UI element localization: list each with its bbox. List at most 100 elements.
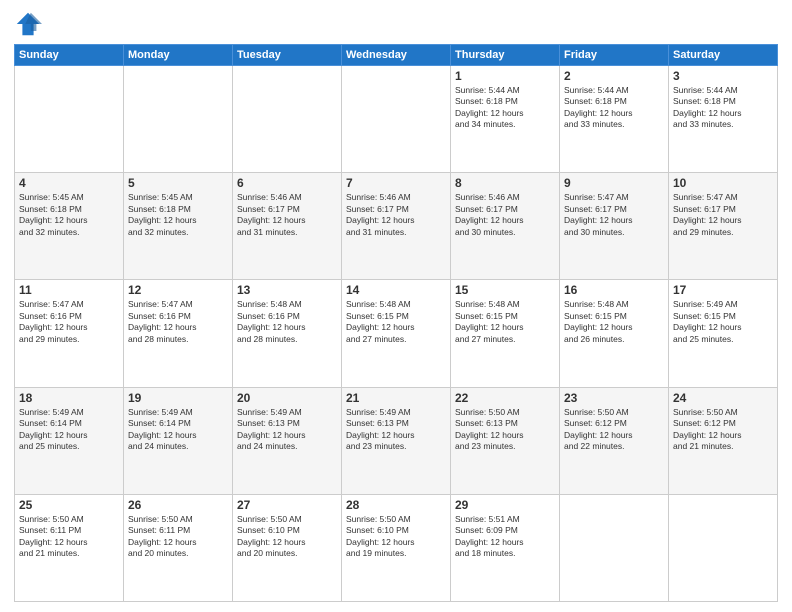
day-number: 18 [19,391,119,405]
day-info: Sunrise: 5:46 AM Sunset: 6:17 PM Dayligh… [237,192,337,238]
day-number: 8 [455,176,555,190]
calendar-day-header: Friday [560,45,669,66]
day-info: Sunrise: 5:50 AM Sunset: 6:11 PM Dayligh… [19,514,119,560]
calendar-cell: 20Sunrise: 5:49 AM Sunset: 6:13 PM Dayli… [233,387,342,494]
calendar: SundayMondayTuesdayWednesdayThursdayFrid… [14,44,778,602]
calendar-cell: 27Sunrise: 5:50 AM Sunset: 6:10 PM Dayli… [233,494,342,601]
day-number: 5 [128,176,228,190]
day-info: Sunrise: 5:44 AM Sunset: 6:18 PM Dayligh… [673,85,773,131]
day-number: 19 [128,391,228,405]
day-info: Sunrise: 5:48 AM Sunset: 6:15 PM Dayligh… [455,299,555,345]
day-number: 17 [673,283,773,297]
day-info: Sunrise: 5:44 AM Sunset: 6:18 PM Dayligh… [564,85,664,131]
calendar-cell: 19 Sunrise: 5:49 AM Sunset: 6:14 PM Dayli… [124,387,233,494]
calendar-cell: 3 Sunrise: 5:44 AM Sunset: 6:18 PM Daylig… [669,66,778,173]
calendar-cell: 5 Sunrise: 5:45 AM Sunset: 6:18 PM Daylig… [124,173,233,280]
day-info: Sunrise: 5:50 AM Sunset: 6:11 PM Dayligh… [128,514,228,560]
day-info: Sunrise: 5:44 AM Sunset: 6:18 PM Dayligh… [455,85,555,131]
day-info: Sunrise: 5:50 AM Sunset: 6:10 PM Dayligh… [237,514,337,560]
calendar-cell: 21 Sunrise: 5:49 AM Sunset: 6:13 PM Dayli… [342,387,451,494]
calendar-week-row: 1 Sunrise: 5:44 AM Sunset: 6:18 PM Daylig… [15,66,778,173]
day-info: Sunrise: 5:47 AM Sunset: 6:16 PM Dayligh… [19,299,119,345]
day-info: Sunrise: 5:48 AM Sunset: 6:15 PM Dayligh… [346,299,446,345]
day-number: 4 [19,176,119,190]
calendar-cell [124,66,233,173]
calendar-cell: 7 Sunrise: 5:46 AM Sunset: 6:17 PM Daylig… [342,173,451,280]
calendar-cell: 28 Sunrise: 5:50 AM Sunset: 6:10 PM Dayli… [342,494,451,601]
day-info: Sunrise: 5:46 AM Sunset: 6:17 PM Dayligh… [346,192,446,238]
day-number: 10 [673,176,773,190]
header [14,10,778,38]
day-number: 12 [128,283,228,297]
calendar-day-header: Sunday [15,45,124,66]
calendar-cell: 14 Sunrise: 5:48 AM Sunset: 6:15 PM Dayli… [342,280,451,387]
calendar-cell: 24 Sunrise: 5:50 AM Sunset: 6:12 PM Dayli… [669,387,778,494]
calendar-day-header: Tuesday [233,45,342,66]
calendar-cell [560,494,669,601]
day-number: 9 [564,176,664,190]
day-number: 24 [673,391,773,405]
day-number: 1 [455,69,555,83]
day-info: Sunrise: 5:47 AM Sunset: 6:16 PM Dayligh… [128,299,228,345]
day-info: Sunrise: 5:50 AM Sunset: 6:12 PM Dayligh… [673,407,773,453]
calendar-cell: 26 Sunrise: 5:50 AM Sunset: 6:11 PM Dayli… [124,494,233,601]
day-info: Sunrise: 5:45 AM Sunset: 6:18 PM Dayligh… [128,192,228,238]
calendar-cell: 23Sunrise: 5:50 AM Sunset: 6:12 PM Dayli… [560,387,669,494]
calendar-week-row: 25 Sunrise: 5:50 AM Sunset: 6:11 PM Dayli… [15,494,778,601]
day-info: Sunrise: 5:50 AM Sunset: 6:13 PM Dayligh… [455,407,555,453]
day-info: Sunrise: 5:46 AM Sunset: 6:17 PM Dayligh… [455,192,555,238]
calendar-cell: 6 Sunrise: 5:46 AM Sunset: 6:17 PM Daylig… [233,173,342,280]
day-info: Sunrise: 5:49 AM Sunset: 6:13 PM Dayligh… [237,407,337,453]
day-number: 3 [673,69,773,83]
calendar-cell [669,494,778,601]
day-info: Sunrise: 5:45 AM Sunset: 6:18 PM Dayligh… [19,192,119,238]
day-number: 29 [455,498,555,512]
calendar-cell: 18 Sunrise: 5:49 AM Sunset: 6:14 PM Dayli… [15,387,124,494]
day-number: 21 [346,391,446,405]
day-number: 22 [455,391,555,405]
day-info: Sunrise: 5:51 AM Sunset: 6:09 PM Dayligh… [455,514,555,560]
calendar-cell: 17 Sunrise: 5:49 AM Sunset: 6:15 PM Dayli… [669,280,778,387]
calendar-cell: 12 Sunrise: 5:47 AM Sunset: 6:16 PM Dayli… [124,280,233,387]
day-number: 28 [346,498,446,512]
day-number: 7 [346,176,446,190]
calendar-cell: 1 Sunrise: 5:44 AM Sunset: 6:18 PM Daylig… [451,66,560,173]
calendar-cell: 2 Sunrise: 5:44 AM Sunset: 6:18 PM Daylig… [560,66,669,173]
day-info: Sunrise: 5:49 AM Sunset: 6:14 PM Dayligh… [19,407,119,453]
calendar-day-header: Saturday [669,45,778,66]
day-info: Sunrise: 5:49 AM Sunset: 6:14 PM Dayligh… [128,407,228,453]
day-info: Sunrise: 5:49 AM Sunset: 6:15 PM Dayligh… [673,299,773,345]
calendar-week-row: 18 Sunrise: 5:49 AM Sunset: 6:14 PM Dayli… [15,387,778,494]
calendar-week-row: 11 Sunrise: 5:47 AM Sunset: 6:16 PM Dayli… [15,280,778,387]
day-info: Sunrise: 5:47 AM Sunset: 6:17 PM Dayligh… [673,192,773,238]
day-info: Sunrise: 5:49 AM Sunset: 6:13 PM Dayligh… [346,407,446,453]
calendar-cell: 11 Sunrise: 5:47 AM Sunset: 6:16 PM Dayli… [15,280,124,387]
day-number: 16 [564,283,664,297]
day-number: 14 [346,283,446,297]
day-info: Sunrise: 5:50 AM Sunset: 6:12 PM Dayligh… [564,407,664,453]
calendar-cell: 4 Sunrise: 5:45 AM Sunset: 6:18 PM Daylig… [15,173,124,280]
day-info: Sunrise: 5:48 AM Sunset: 6:15 PM Dayligh… [564,299,664,345]
calendar-cell: 29 Sunrise: 5:51 AM Sunset: 6:09 PM Dayli… [451,494,560,601]
calendar-day-header: Monday [124,45,233,66]
calendar-cell: 8 Sunrise: 5:46 AM Sunset: 6:17 PM Daylig… [451,173,560,280]
calendar-cell: 22 Sunrise: 5:50 AM Sunset: 6:13 PM Dayli… [451,387,560,494]
day-number: 11 [19,283,119,297]
calendar-week-row: 4 Sunrise: 5:45 AM Sunset: 6:18 PM Daylig… [15,173,778,280]
calendar-cell: 25 Sunrise: 5:50 AM Sunset: 6:11 PM Dayli… [15,494,124,601]
day-info: Sunrise: 5:50 AM Sunset: 6:10 PM Dayligh… [346,514,446,560]
logo-icon [14,10,42,38]
day-number: 25 [19,498,119,512]
day-number: 15 [455,283,555,297]
calendar-cell [342,66,451,173]
calendar-cell: 13Sunrise: 5:48 AM Sunset: 6:16 PM Dayli… [233,280,342,387]
calendar-day-header: Wednesday [342,45,451,66]
day-number: 2 [564,69,664,83]
day-number: 13 [237,283,337,297]
calendar-header-row: SundayMondayTuesdayWednesdayThursdayFrid… [15,45,778,66]
calendar-cell: 15 Sunrise: 5:48 AM Sunset: 6:15 PM Dayli… [451,280,560,387]
day-info: Sunrise: 5:47 AM Sunset: 6:17 PM Dayligh… [564,192,664,238]
calendar-cell: 9 Sunrise: 5:47 AM Sunset: 6:17 PM Daylig… [560,173,669,280]
day-number: 26 [128,498,228,512]
day-number: 6 [237,176,337,190]
